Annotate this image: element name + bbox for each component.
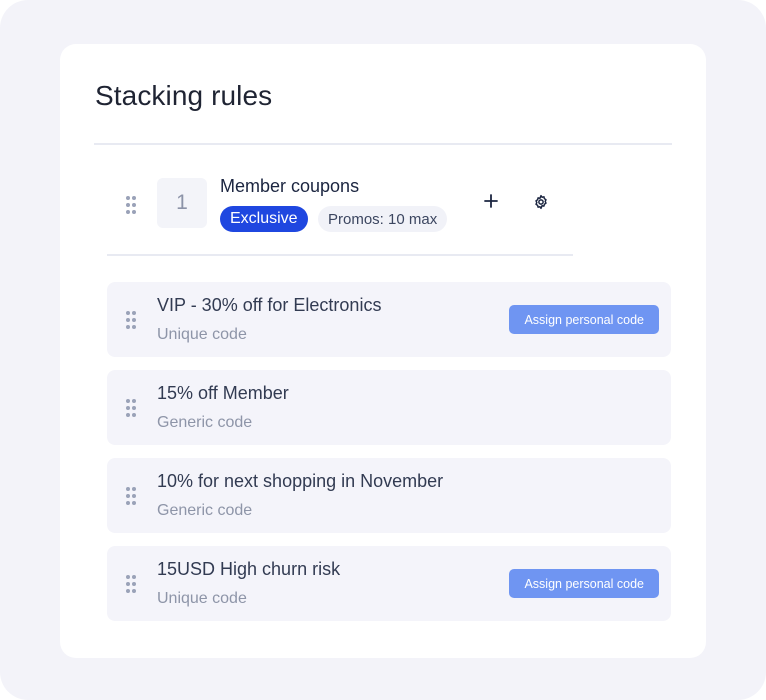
rule-name: 15USD High churn risk [157, 559, 341, 579]
gear-icon[interactable] [533, 194, 549, 210]
assign-personal-code-button[interactable]: Assign personal code [509, 305, 659, 334]
background-frame: Stacking rules 1 Member coupons Exclusiv… [0, 0, 766, 700]
rule-row[interactable]: 15USD High churn risk Unique code Assign… [107, 546, 671, 621]
drag-handle-icon[interactable] [126, 399, 136, 417]
rule-code-type: Unique code [157, 326, 247, 343]
rule-code-type: Generic code [157, 414, 253, 431]
page-title: Stacking rules [95, 80, 273, 111]
group-name: Member coupons [220, 176, 360, 196]
group-divider [107, 254, 573, 256]
add-icon[interactable] [484, 194, 498, 208]
rule-row[interactable]: 10% for next shopping in November Generi… [107, 458, 671, 533]
rule-name: 15% off Member [157, 383, 289, 403]
group-drag-handle-icon[interactable] [126, 196, 136, 214]
exclusive-badge: Exclusive [220, 206, 308, 232]
drag-handle-icon[interactable] [126, 311, 136, 329]
stacking-rules-card: Stacking rules 1 Member coupons Exclusiv… [60, 44, 706, 658]
drag-handle-icon[interactable] [126, 575, 136, 593]
rule-row[interactable]: 15% off Member Generic code [107, 370, 671, 445]
rule-code-type: Generic code [157, 502, 253, 519]
title-divider [94, 143, 672, 145]
group-header: 1 Member coupons Exclusive Promos: 10 ma… [60, 154, 580, 254]
assign-personal-code-button[interactable]: Assign personal code [509, 569, 659, 598]
rule-name: VIP - 30% off for Electronics [157, 295, 382, 315]
promos-limit-badge: Promos: 10 max [318, 206, 448, 232]
rule-name: 10% for next shopping in November [157, 471, 444, 491]
group-priority-number: 1 [157, 178, 207, 228]
rule-code-type: Unique code [157, 590, 247, 607]
rule-row[interactable]: VIP - 30% off for Electronics Unique cod… [107, 282, 671, 357]
drag-handle-icon[interactable] [126, 487, 136, 505]
